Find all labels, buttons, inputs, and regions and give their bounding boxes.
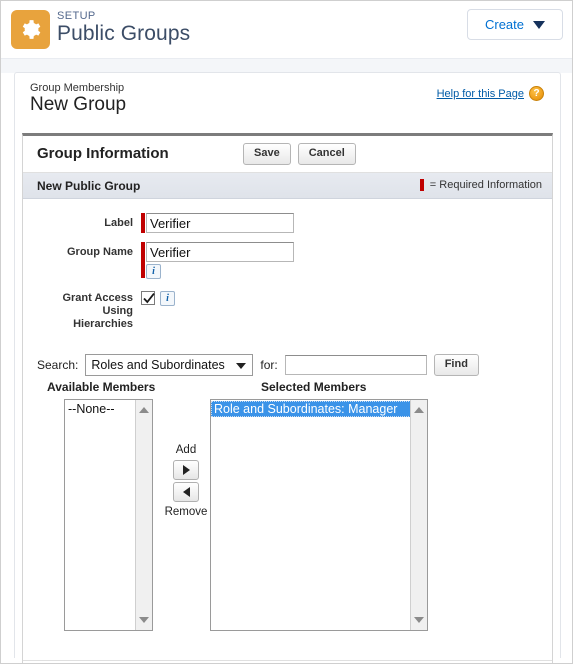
cancel-button-top[interactable]: Cancel: [297, 143, 356, 165]
required-marker-icon: [141, 242, 145, 278]
save-button-top[interactable]: Save: [243, 143, 291, 165]
help-for-this-page-link[interactable]: Help for this Page ?: [437, 86, 544, 101]
content-card: Group Membership New Group Help for this…: [14, 72, 561, 663]
create-button[interactable]: Create: [467, 9, 563, 40]
available-members-items: --None--: [65, 400, 136, 630]
panel-footer-actions: Save Cancel: [23, 660, 552, 663]
member-search-row: Search: Roles and Subordinates for: Find: [23, 344, 552, 380]
chevron-down-icon: [236, 363, 247, 369]
scroll-down-icon[interactable]: [411, 612, 426, 628]
arrow-right-icon: [182, 465, 190, 475]
search-label: Search:: [37, 358, 79, 372]
grant-access-label-line2: Using: [102, 305, 133, 317]
field-row-label: Label: [23, 213, 552, 233]
member-picker: Available Members Selected Members --Non…: [23, 380, 552, 660]
available-members-listbox[interactable]: --None--: [64, 399, 153, 631]
subsection-title: New Public Group: [37, 179, 141, 193]
panel-top-actions: Save Cancel: [243, 143, 356, 165]
public-groups-page: SETUP Public Groups Create Group Members…: [0, 0, 573, 664]
breadcrumb: Group Membership: [30, 82, 125, 94]
scroll-down-icon[interactable]: [136, 612, 151, 628]
label-input[interactable]: [146, 213, 294, 233]
gear-icon: [11, 10, 50, 49]
selected-members-header: Selected Members: [261, 380, 367, 394]
panel-header: Group Information Save Cancel: [23, 136, 552, 173]
find-button[interactable]: Find: [433, 354, 479, 376]
list-item[interactable]: --None--: [65, 401, 136, 417]
search-input[interactable]: [284, 355, 427, 375]
setup-eyebrow: SETUP: [57, 10, 96, 22]
add-button[interactable]: [173, 460, 199, 480]
search-scope-selected-value: Roles and Subordinates: [91, 358, 225, 372]
setup-header: SETUP Public Groups Create: [1, 1, 572, 58]
header-divider-band: [1, 58, 572, 73]
required-marker-icon: [419, 179, 424, 191]
page-title: Public Groups: [57, 22, 191, 45]
selected-members-scrollbar[interactable]: [410, 400, 427, 630]
available-members-header: Available Members: [47, 380, 156, 394]
member-transfer-controls: Add Remove: [161, 442, 211, 520]
selected-members-listbox[interactable]: Role and Subordinates: Manager: [210, 399, 428, 631]
info-icon[interactable]: i: [146, 264, 161, 279]
label-field-label: Label: [104, 217, 133, 229]
group-name-field-label: Group Name: [66, 246, 133, 258]
required-legend-label: = Required Information: [429, 179, 542, 191]
add-label: Add: [175, 444, 197, 456]
create-button-label: Create: [484, 17, 525, 32]
info-icon[interactable]: i: [160, 291, 175, 306]
record-page-title: New Group: [30, 94, 127, 115]
field-list: Label Group Name i: [23, 199, 552, 344]
selected-members-items: Role and Subordinates: Manager: [211, 400, 411, 630]
scroll-up-icon[interactable]: [136, 402, 151, 418]
page-header: Group Membership New Group Help for this…: [15, 73, 560, 121]
scroll-up-icon[interactable]: [411, 402, 426, 418]
grant-access-field-label: Grant Access Using Hierarchies: [23, 288, 133, 331]
help-icon: ?: [529, 86, 544, 101]
grant-access-label-line1: Grant Access: [62, 292, 133, 304]
required-information-legend: = Required Information: [419, 179, 542, 191]
arrow-left-icon: [182, 487, 190, 497]
available-members-scrollbar[interactable]: [135, 400, 152, 630]
subsection-header: New Public Group = Required Information: [23, 173, 552, 199]
grant-access-checkbox[interactable]: [141, 291, 155, 305]
list-item[interactable]: Role and Subordinates: Manager: [211, 401, 411, 417]
for-label: for:: [260, 358, 278, 372]
field-row-grant-access: Grant Access Using Hierarchies i: [23, 288, 552, 331]
help-link-label: Help for this Page: [436, 87, 524, 100]
required-marker-icon: [141, 213, 145, 233]
panel-title: Group Information: [37, 145, 169, 162]
remove-label: Remove: [164, 506, 208, 518]
remove-button[interactable]: [173, 482, 199, 502]
grant-access-label-line3: Hierarchies: [73, 318, 133, 330]
search-scope-select[interactable]: Roles and Subordinates: [85, 354, 254, 376]
field-row-group-name: Group Name i: [23, 242, 552, 279]
group-name-input[interactable]: [146, 242, 294, 262]
group-information-panel: Group Information Save Cancel New Public…: [22, 133, 553, 663]
chevron-down-icon: [533, 20, 546, 29]
